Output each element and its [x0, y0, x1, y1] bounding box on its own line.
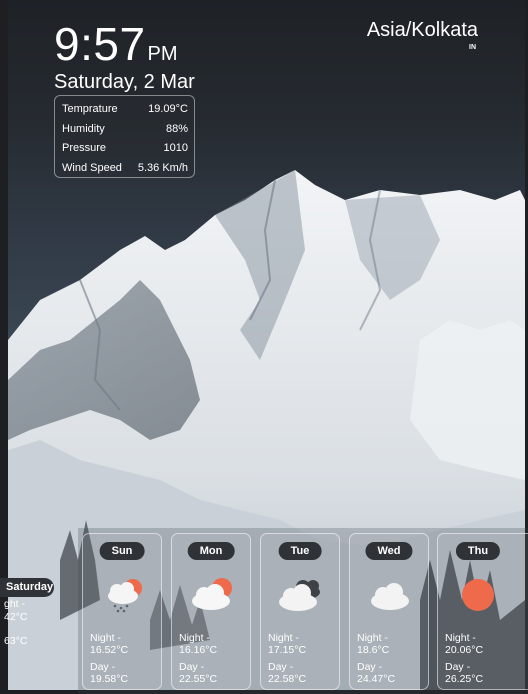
clock-time: 9:57 — [54, 18, 146, 70]
day-temp: Day - 22.55°C — [179, 661, 218, 685]
night-temp: Night - 18.6°C — [357, 632, 390, 656]
clock-ampm: PM — [147, 43, 178, 65]
cloud-icon — [371, 583, 409, 610]
current-weather-panel: Temprature 19.09°C Humidity 88% Pressure… — [54, 95, 195, 178]
country-code: IN — [469, 44, 476, 51]
stat-label: Humidity — [62, 122, 105, 135]
today-day-pill: Saturday — [0, 578, 54, 597]
forecast-card-tue[interactable]: Tue Night - 17.15°C Day - 22.58°C — [260, 533, 340, 690]
stat-value: 1010 — [163, 142, 188, 154]
stat-row-wind-speed: Wind Speed 5.36 Km/h — [62, 159, 188, 179]
night-temp: Night - 16.16°C — [179, 632, 218, 656]
stat-label: Temprature — [62, 103, 118, 115]
clock: 9:57 PM — [54, 20, 178, 68]
stat-row-pressure: Pressure 1010 — [62, 139, 188, 159]
sun-icon — [462, 579, 494, 611]
forecast-day-label: Tue — [278, 542, 322, 560]
dark-clouds-icon — [279, 580, 320, 611]
forecast-day-label: Mon — [187, 542, 235, 560]
stat-label: Pressure — [62, 142, 107, 154]
day-temp: Day - 26.25°C — [445, 661, 484, 685]
cloud-sun-icon — [192, 578, 232, 610]
forecast-card-sun[interactable]: Sun Night - 16.52°C Day - 19.58°C — [82, 533, 162, 690]
night-temp: Night - 17.15°C — [268, 632, 307, 656]
night-temp: Night - 16.52°C — [90, 632, 129, 656]
day-temp: Day - 24.47°C — [357, 661, 396, 685]
today-night-temp: ght - 42°C — [4, 598, 28, 623]
rain-cloud-sun-icon — [108, 579, 142, 613]
forecast-card-thu[interactable]: Thu Night - 20.06°C Day - 26.25°C — [437, 533, 528, 690]
forecast-card-wed[interactable]: Wed Night - 18.6°C Day - 24.47°C — [349, 533, 429, 690]
stat-value: 5.36 Km/h — [137, 161, 188, 174]
stat-value: 19.09°C — [148, 103, 188, 115]
timezone: Asia/Kolkata — [366, 19, 478, 41]
stat-label: Wind Speed — [62, 161, 122, 174]
forecast-card-mon[interactable]: Mon Night - 16.16°C Day - 22.55°C — [171, 533, 251, 690]
stat-row-humidity: Humidity 88% — [62, 120, 188, 140]
stat-row-temperature: Temprature 19.09°C — [62, 100, 188, 120]
day-temp: Day - 22.58°C — [268, 661, 307, 685]
forecast-day-label: Wed — [365, 542, 413, 560]
forecast-day-label: Thu — [455, 542, 501, 560]
current-date: Saturday, 2 Mar — [54, 71, 195, 93]
today-day-temp: 63°C — [4, 635, 28, 647]
stat-value: 88% — [165, 122, 188, 135]
forecast-day-label: Sun — [99, 542, 145, 560]
day-temp: Day - 19.58°C — [90, 661, 129, 685]
night-temp: Night - 20.06°C — [445, 632, 484, 656]
